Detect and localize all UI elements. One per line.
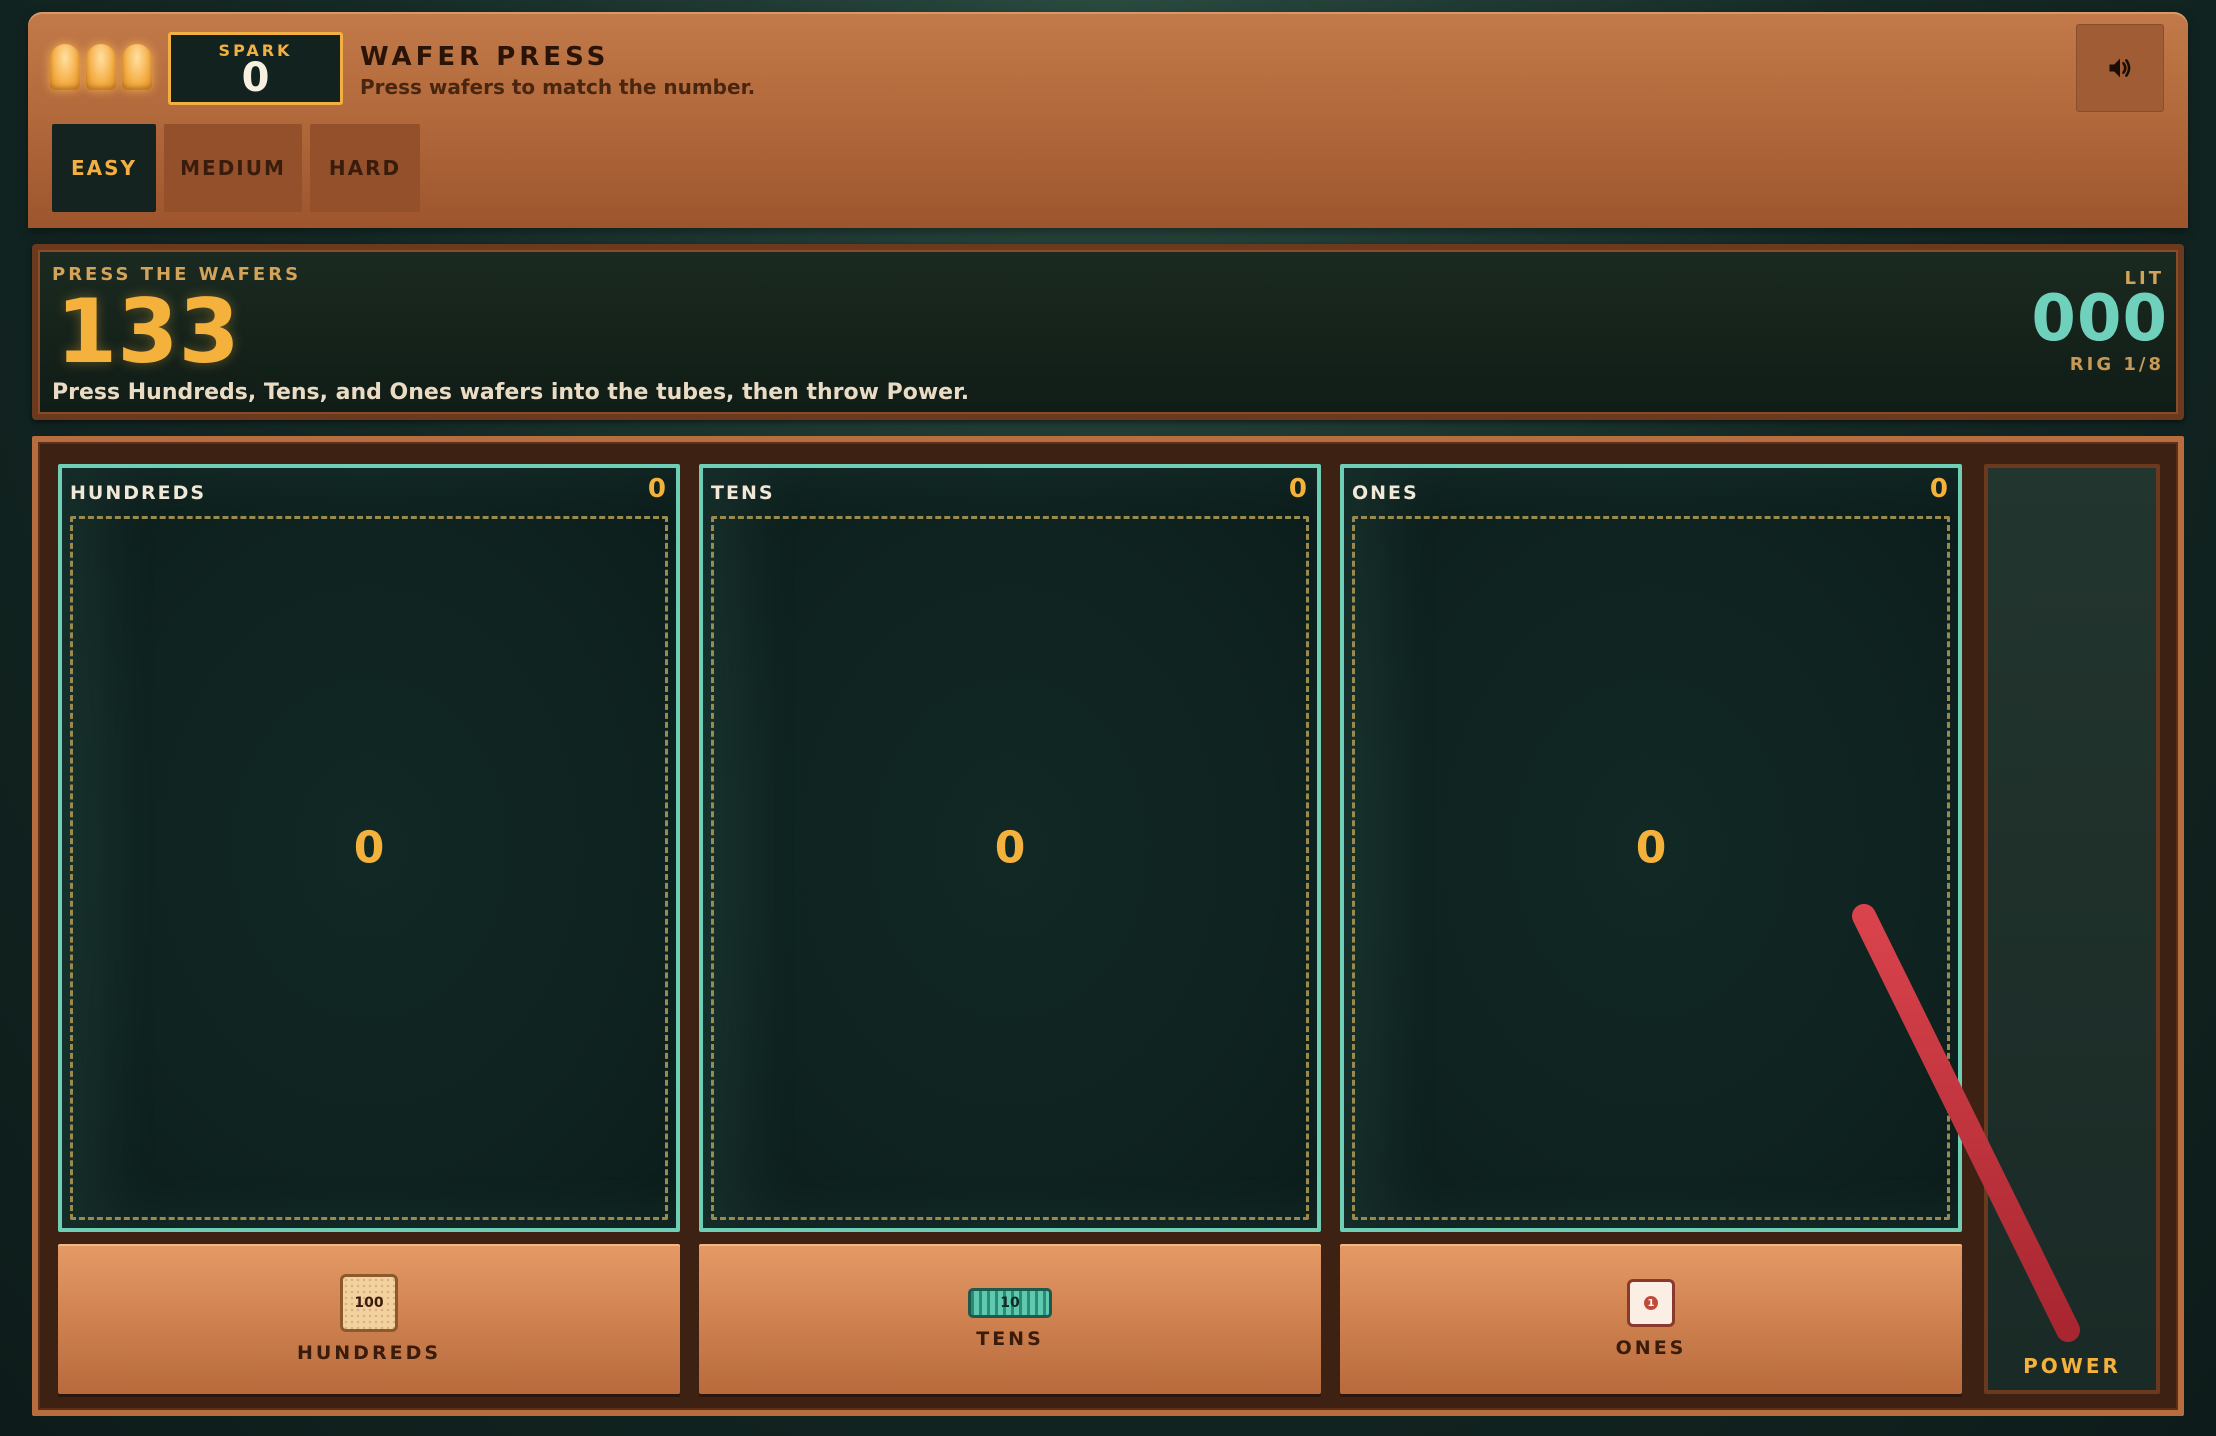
life-bulb-icon bbox=[86, 44, 116, 90]
app-title: WAFER PRESS bbox=[360, 42, 610, 72]
ten-wafer-rod-icon: 10 bbox=[968, 1288, 1052, 1318]
tube-name: TENS bbox=[711, 482, 775, 504]
tube-value: 0 bbox=[1635, 822, 1667, 874]
tube-value: 0 bbox=[994, 822, 1026, 874]
tube-name: ONES bbox=[1352, 482, 1419, 504]
tube-ones[interactable]: ONES 0 0 bbox=[1340, 464, 1962, 1232]
life-bulb-icon bbox=[122, 44, 152, 90]
tube-count: 0 bbox=[1929, 474, 1948, 504]
rig-progress-label: RIG 1/8 bbox=[2069, 354, 2164, 375]
hundreds-wafer-button[interactable]: 100 HUNDREDS bbox=[58, 1244, 680, 1394]
spark-score-box: SPARK 0 bbox=[168, 32, 343, 105]
speaker-icon bbox=[2109, 58, 2131, 78]
life-bulb-icon bbox=[50, 44, 80, 90]
tens-wafer-button[interactable]: 10 TENS bbox=[699, 1244, 1321, 1394]
tube-value: 0 bbox=[353, 822, 385, 874]
spark-value: 0 bbox=[241, 55, 270, 101]
difficulty-easy-button[interactable]: EASY bbox=[52, 124, 156, 212]
lives-indicator bbox=[50, 44, 152, 90]
power-label: POWER bbox=[2023, 1354, 2121, 1378]
wafer-label: HUNDREDS bbox=[296, 1342, 442, 1364]
rig-area: HUNDREDS 0 0 TENS 0 0 ONES 0 0 100 HUNDR… bbox=[32, 436, 2184, 1416]
ones-wafer-button[interactable]: 1 ONES bbox=[1340, 1244, 1962, 1394]
difficulty-hard-button[interactable]: HARD bbox=[310, 124, 420, 212]
hundred-wafer-chip-icon: 100 bbox=[340, 1274, 398, 1332]
one-wafer-chip-text: 1 bbox=[1644, 1296, 1658, 1310]
target-panel: PRESS THE WAFERS 133 Press Hundreds, Ten… bbox=[32, 244, 2184, 420]
wafer-label: ONES bbox=[1615, 1337, 1687, 1359]
tube-hundreds[interactable]: HUNDREDS 0 0 bbox=[58, 464, 680, 1232]
header-bar: SPARK 0 WAFER PRESS Press wafers to matc… bbox=[28, 12, 2188, 228]
app-subtitle: Press wafers to match the number. bbox=[360, 75, 756, 99]
tube-name: HUNDREDS bbox=[70, 482, 207, 504]
target-instructions: Press Hundreds, Tens, and Ones wafers in… bbox=[52, 380, 970, 405]
difficulty-selector: EASY MEDIUM HARD bbox=[52, 124, 420, 212]
difficulty-medium-button[interactable]: MEDIUM bbox=[164, 124, 302, 212]
tube-count: 0 bbox=[647, 474, 666, 504]
power-lever-slot[interactable]: POWER bbox=[1984, 464, 2160, 1394]
tube-count: 0 bbox=[1288, 474, 1307, 504]
one-wafer-unit-icon: 1 bbox=[1627, 1279, 1675, 1327]
sound-toggle-button[interactable] bbox=[2076, 24, 2164, 112]
target-number: 133 bbox=[56, 280, 240, 383]
lit-value: 000 bbox=[2031, 282, 2168, 356]
wafer-label: TENS bbox=[976, 1328, 1044, 1350]
tube-tens[interactable]: TENS 0 0 bbox=[699, 464, 1321, 1232]
title-block: WAFER PRESS Press wafers to match the nu… bbox=[360, 42, 755, 99]
